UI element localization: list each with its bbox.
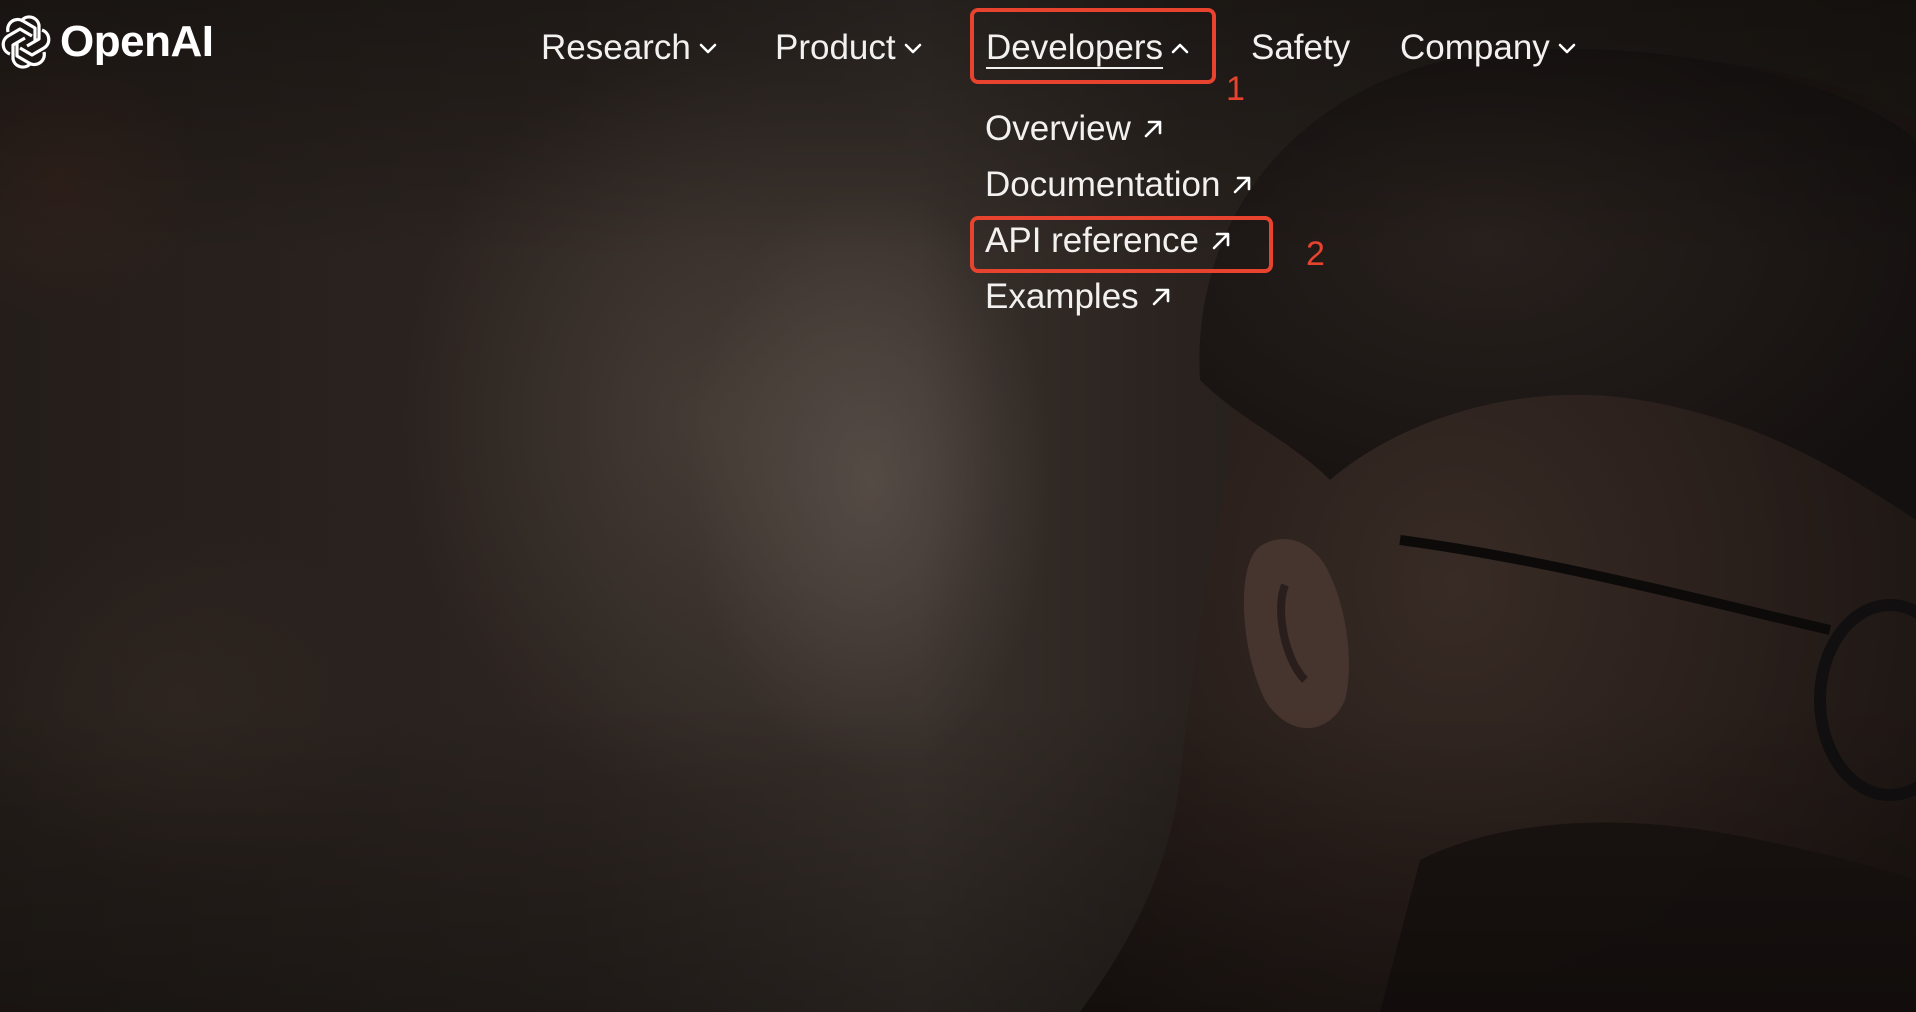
menu-item-documentation[interactable]: Documentation [985,160,1254,210]
chevron-down-icon [699,43,717,54]
nav-item-label: Product [775,28,896,67]
annotation-marker-1: 1 [1226,70,1245,108]
nav-item-research[interactable]: Research [541,20,719,76]
nav-item-label: Research [541,28,691,67]
nav-item-label: Company [1400,28,1550,67]
external-arrow-icon [1144,120,1162,138]
vignette-overlay [0,0,1916,1012]
brand-name: OpenAI [60,17,214,66]
chevron-down-icon [904,43,921,54]
menu-item-overview[interactable]: Overview [985,104,1165,154]
nav-item-company[interactable]: Company [1400,20,1578,76]
openai-logo-link[interactable]: OpenAI [0,12,214,72]
openai-knot-icon [0,12,52,72]
nav-item-product[interactable]: Product [775,20,924,76]
menu-item-label: Overview [985,109,1131,148]
nav-item-label: Safety [1251,28,1351,67]
annotation-box-2 [970,216,1273,273]
annotation-box-1 [970,8,1216,84]
menu-item-label: Documentation [985,165,1221,204]
external-arrow-icon [1152,288,1169,306]
chevron-down-icon [1558,43,1576,54]
external-arrow-icon [1234,176,1251,194]
nav-item-safety[interactable]: Safety [1251,20,1350,76]
annotation-marker-2: 2 [1306,235,1325,273]
menu-item-examples[interactable]: Examples [985,272,1173,322]
menu-item-label: Examples [985,277,1139,316]
